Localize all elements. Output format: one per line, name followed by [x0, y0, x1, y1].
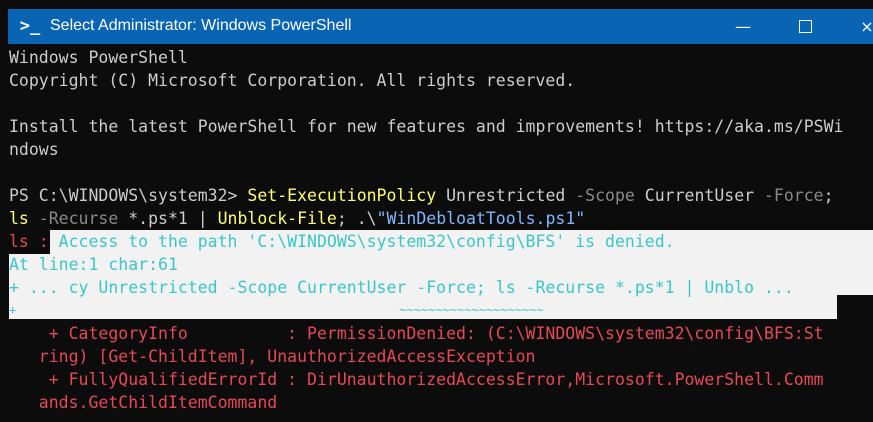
install-line-wrap: ndows: [9, 140, 59, 159]
error-squiggle: + ~~~~~~~~~~~~~~~~~~~~: [9, 303, 544, 317]
console-output[interactable]: Windows PowerShell Copyright (C) Microso…: [0, 44, 873, 422]
category-info: + CategoryInfo : PermissionDenied: (C:\W…: [9, 324, 824, 343]
command-token: -Scope: [575, 186, 635, 205]
error-line: ls : Access to the path 'C:\WINDOWS\syst…: [9, 230, 675, 253]
command-token: ;: [823, 186, 834, 205]
error-context: + ... cy Unrestricted -Scope CurrentUser…: [9, 278, 794, 297]
command-line: PS C:\WINDOWS\system32> Set-ExecutionPol…: [9, 184, 834, 207]
window-title: Select Administrator: Windows PowerShell: [50, 17, 352, 34]
command-token: Unrestricted: [436, 186, 576, 205]
copyright-line: Copyright (C) Microsoft Corporation. All…: [9, 71, 576, 90]
minimize-button[interactable]: —: [720, 9, 766, 44]
command-token: -Recurse: [28, 209, 129, 228]
command-token: PS C:\WINDOWS\system32>: [9, 186, 248, 205]
command-token: -Force: [764, 186, 824, 205]
command-token: ; .\: [336, 209, 377, 228]
close-button[interactable]: ×: [844, 9, 873, 44]
powershell-icon: >_: [19, 16, 41, 36]
command-token: Unblock-File: [217, 209, 337, 228]
header-line: Windows PowerShell: [9, 48, 188, 67]
error-prefix: ls :: [9, 232, 59, 251]
command-token: Set-ExecutionPolicy: [247, 186, 437, 205]
command-token: *.ps*1 |: [128, 209, 218, 228]
command-token: CurrentUser: [634, 186, 764, 205]
error-id-wrap: ands.GetChildItemCommand: [9, 393, 278, 412]
command-line-wrap: ls -Recurse *.ps*1 | Unblock-File; .\"Wi…: [9, 207, 585, 230]
category-info-wrap: ring) [Get-ChildItem], UnauthorizedAcces…: [9, 347, 536, 366]
selection-tail: [837, 230, 873, 295]
title-bar[interactable]: >_ Select Administrator: Windows PowerSh…: [8, 9, 873, 44]
error-position: At line:1 char:61: [9, 255, 178, 274]
powershell-window: >_ Select Administrator: Windows PowerSh…: [0, 0, 873, 422]
install-line: Install the latest PowerShell for new fe…: [9, 117, 844, 136]
error-id: + FullyQualifiedErrorId : DirUnauthorize…: [9, 370, 824, 389]
error-message: Access to the path 'C:\WINDOWS\system32\…: [58, 232, 675, 251]
command-token: ls: [9, 209, 29, 228]
maximize-button[interactable]: [782, 9, 828, 44]
maximize-icon: [798, 19, 812, 33]
command-token: "WinDebloatTools.ps1": [376, 209, 586, 228]
